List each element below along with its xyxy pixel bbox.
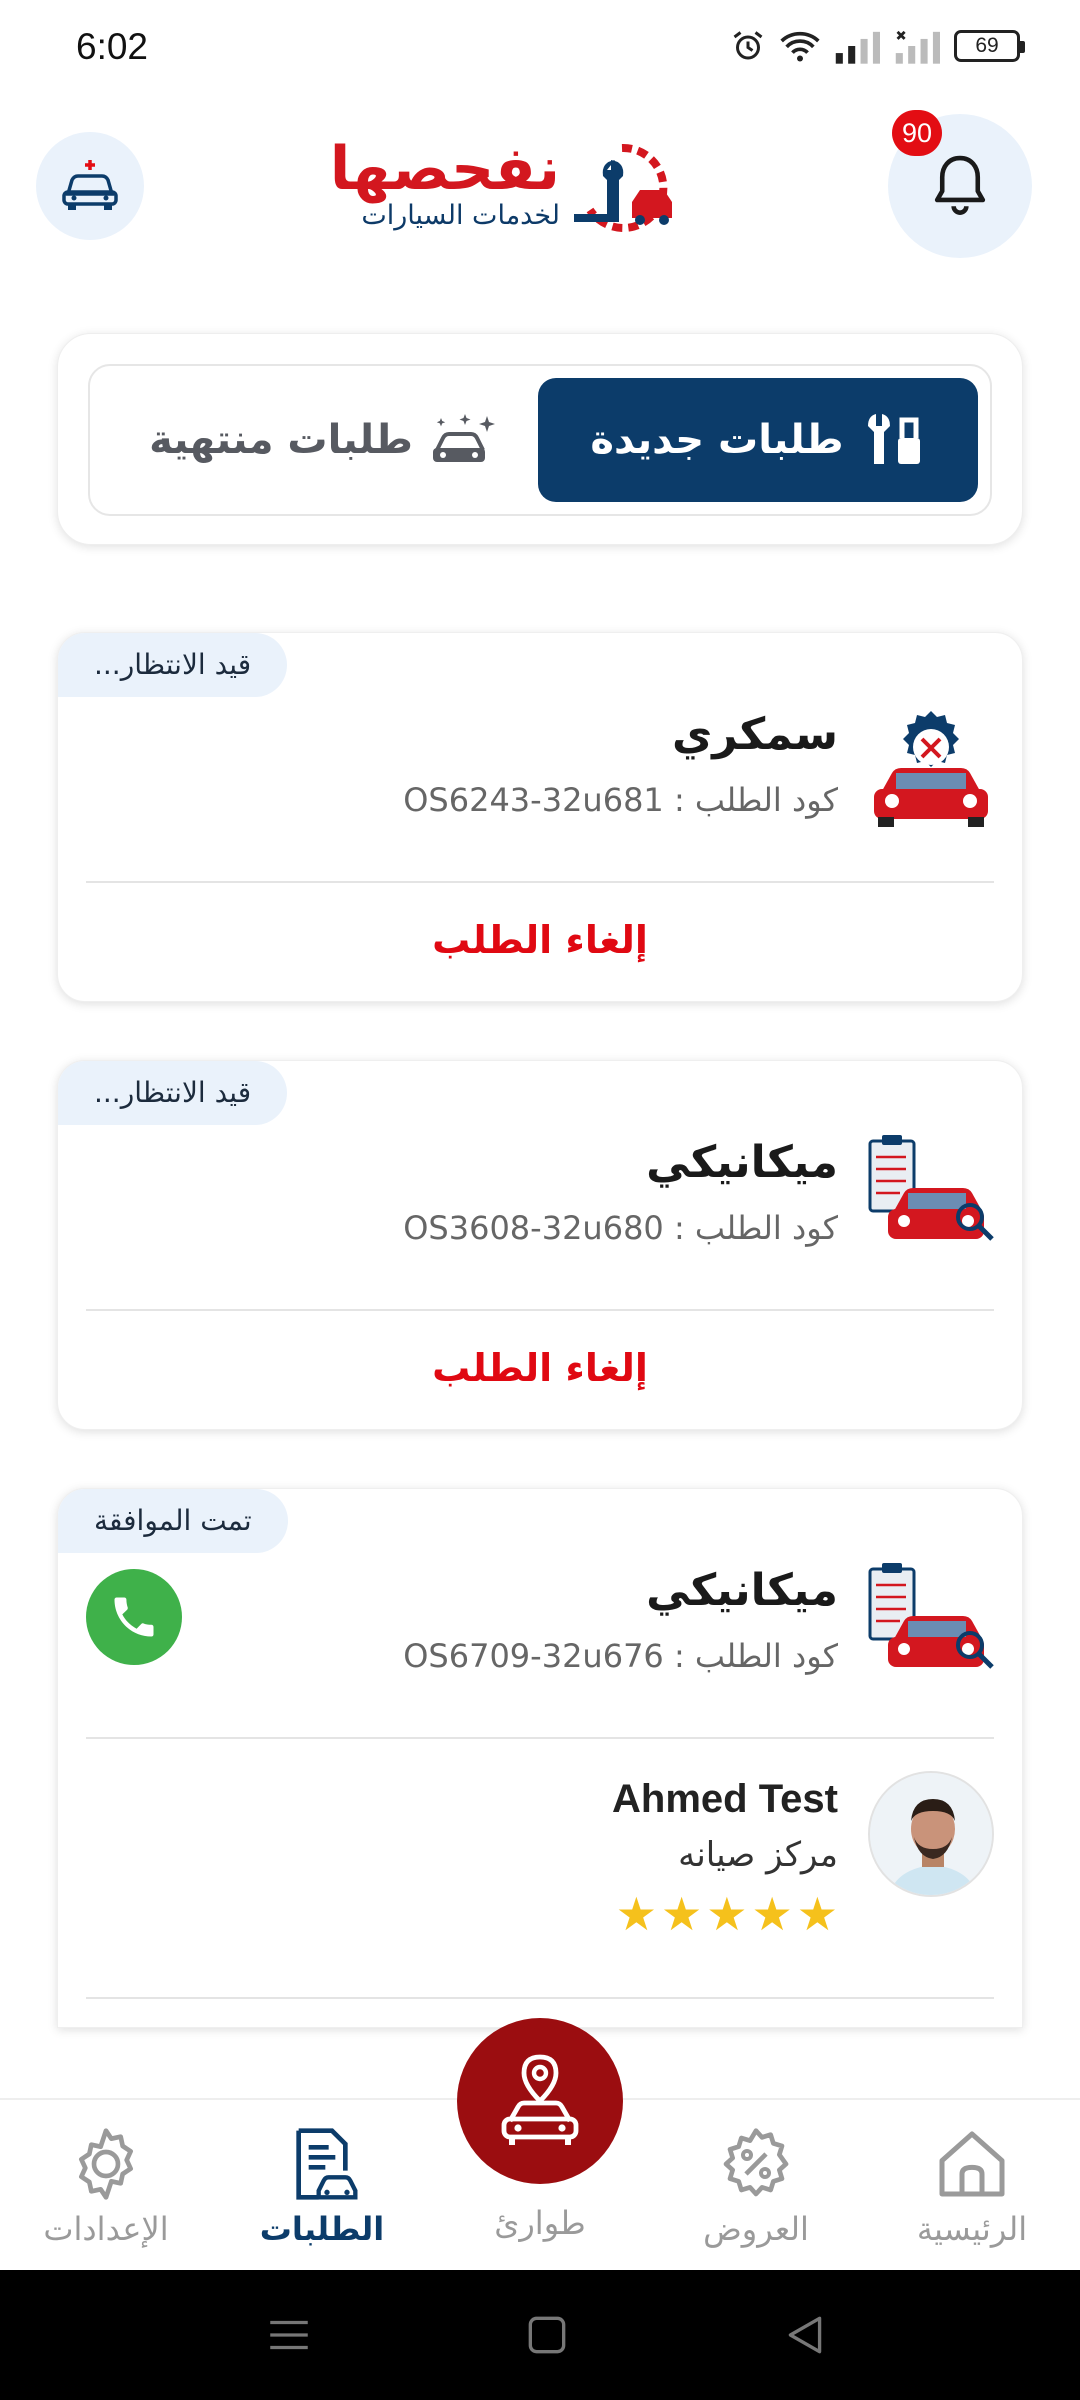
mechanic-car-icon — [868, 1563, 994, 1669]
orders-document-icon — [296, 2128, 358, 2200]
orders-tabs-card: طلبات جديدة طلبات منتهية — [57, 333, 1023, 545]
ambulance-button[interactable] — [36, 132, 144, 240]
nav-label-orders: الطلبات — [259, 2210, 385, 2248]
star-icon: ★ — [615, 1887, 657, 1941]
order-card: قيد الانتظار... ميكانيكي كود الطلب : OS3… — [57, 1060, 1023, 1430]
service-name: سمكري — [671, 709, 838, 760]
status-icons: 69 — [730, 28, 1025, 64]
car-sparkle-icon — [432, 414, 495, 462]
tools-icon — [867, 414, 920, 464]
provider-type: مركز صيانه — [678, 1835, 838, 1875]
back-icon[interactable] — [780, 2310, 830, 2360]
signal-2-icon — [895, 30, 940, 64]
order-status-pill: قيد الانتظار... — [58, 1061, 288, 1125]
service-name: ميكانيكي — [646, 1565, 838, 1616]
system-navigation-bar — [0, 2270, 1080, 2400]
nav-item-offers[interactable]: العروض — [656, 2124, 856, 2264]
order-code: كود الطلب : OS6243-32u681 — [403, 781, 838, 819]
order-code: كود الطلب : OS6709-32u676 — [403, 1637, 838, 1675]
home-icon — [939, 2131, 1005, 2197]
status-time: 6:02 — [76, 26, 149, 67]
emergency-button[interactable] — [457, 2018, 623, 2184]
logo-title: نفحصها — [329, 134, 560, 204]
star-icon: ★ — [661, 1887, 703, 1941]
ambulance-icon — [62, 160, 118, 210]
bell-icon — [934, 155, 986, 215]
provider-avatar — [868, 1771, 994, 1897]
nav-label-emergency: طوارئ — [494, 2204, 586, 2242]
brand-logo: نفحصها لخدمات السيارات — [330, 134, 680, 244]
card-divider — [86, 1737, 994, 1739]
logo-subtitle: لخدمات السيارات — [361, 200, 560, 231]
order-status-pill: قيد الانتظار... — [58, 633, 288, 697]
nav-item-settings[interactable]: الإعدادات — [6, 2124, 206, 2264]
card-divider — [86, 1997, 994, 1999]
provider-name: Ahmed Test — [612, 1777, 838, 1821]
phone-icon — [114, 1597, 154, 1637]
notification-badge: 90 — [892, 110, 942, 156]
discount-badge-icon — [723, 2128, 789, 2197]
menu-icon[interactable] — [264, 2310, 314, 2360]
card-divider — [86, 881, 994, 883]
app-header: نفحصها لخدمات السيارات 90 — [0, 110, 1080, 260]
person-avatar-icon — [870, 1773, 992, 1895]
service-name: ميكانيكي — [646, 1137, 838, 1188]
tab-finished-orders[interactable]: طلبات منتهية — [102, 378, 542, 502]
wifi-icon — [780, 31, 820, 62]
order-card: قيد الانتظار... سمكري كود الطلب : OS6243… — [57, 632, 1023, 1002]
gear-icon — [79, 2128, 134, 2200]
tab-finished-orders-label: طلبات منتهية — [149, 417, 413, 463]
star-icon: ★ — [796, 1887, 838, 1941]
order-card: تمت الموافقة ميكانيكي كود الطلب : OS6709… — [57, 1488, 1023, 2028]
app-screen: 6:02 69 نفحصها لخدمات السيارات 90 طلبات … — [0, 0, 1080, 2400]
status-bar: 6:02 69 — [0, 0, 1080, 96]
order-status-pill: تمت الموافقة — [58, 1489, 288, 1553]
battery-level: 69 — [975, 34, 999, 57]
cancel-order-button[interactable]: إلغاء الطلب — [58, 1323, 1022, 1413]
star-icon: ★ — [706, 1887, 748, 1941]
tab-new-orders[interactable]: طلبات جديدة — [538, 378, 978, 502]
bodywork-car-icon — [874, 711, 988, 827]
nav-item-home[interactable]: الرئيسية — [872, 2124, 1072, 2264]
order-code: كود الطلب : OS3608-32u680 — [403, 1209, 838, 1247]
nav-label-offers: العروض — [703, 2210, 809, 2248]
call-button[interactable] — [86, 1569, 182, 1665]
mechanic-car-icon — [868, 1135, 994, 1241]
logo-wrench-icon — [574, 143, 672, 232]
battery-indicator: 69 — [954, 30, 1025, 62]
tab-new-orders-label: طلبات جديدة — [590, 417, 844, 463]
alarm-icon — [733, 31, 763, 60]
nav-label-settings: الإعدادات — [43, 2210, 169, 2248]
signal-icon — [835, 31, 880, 64]
provider-rating: ★ ★ ★ ★ ★ — [616, 1889, 838, 1939]
star-icon: ★ — [751, 1887, 793, 1941]
home-square-icon[interactable] — [522, 2310, 572, 2360]
orders-tabs: طلبات جديدة طلبات منتهية — [88, 364, 992, 516]
cancel-order-button[interactable]: إلغاء الطلب — [58, 895, 1022, 985]
nav-label-home: الرئيسية — [916, 2210, 1028, 2248]
nav-item-orders[interactable]: الطلبات — [222, 2124, 422, 2264]
card-divider — [86, 1309, 994, 1311]
car-location-icon — [501, 2054, 579, 2145]
